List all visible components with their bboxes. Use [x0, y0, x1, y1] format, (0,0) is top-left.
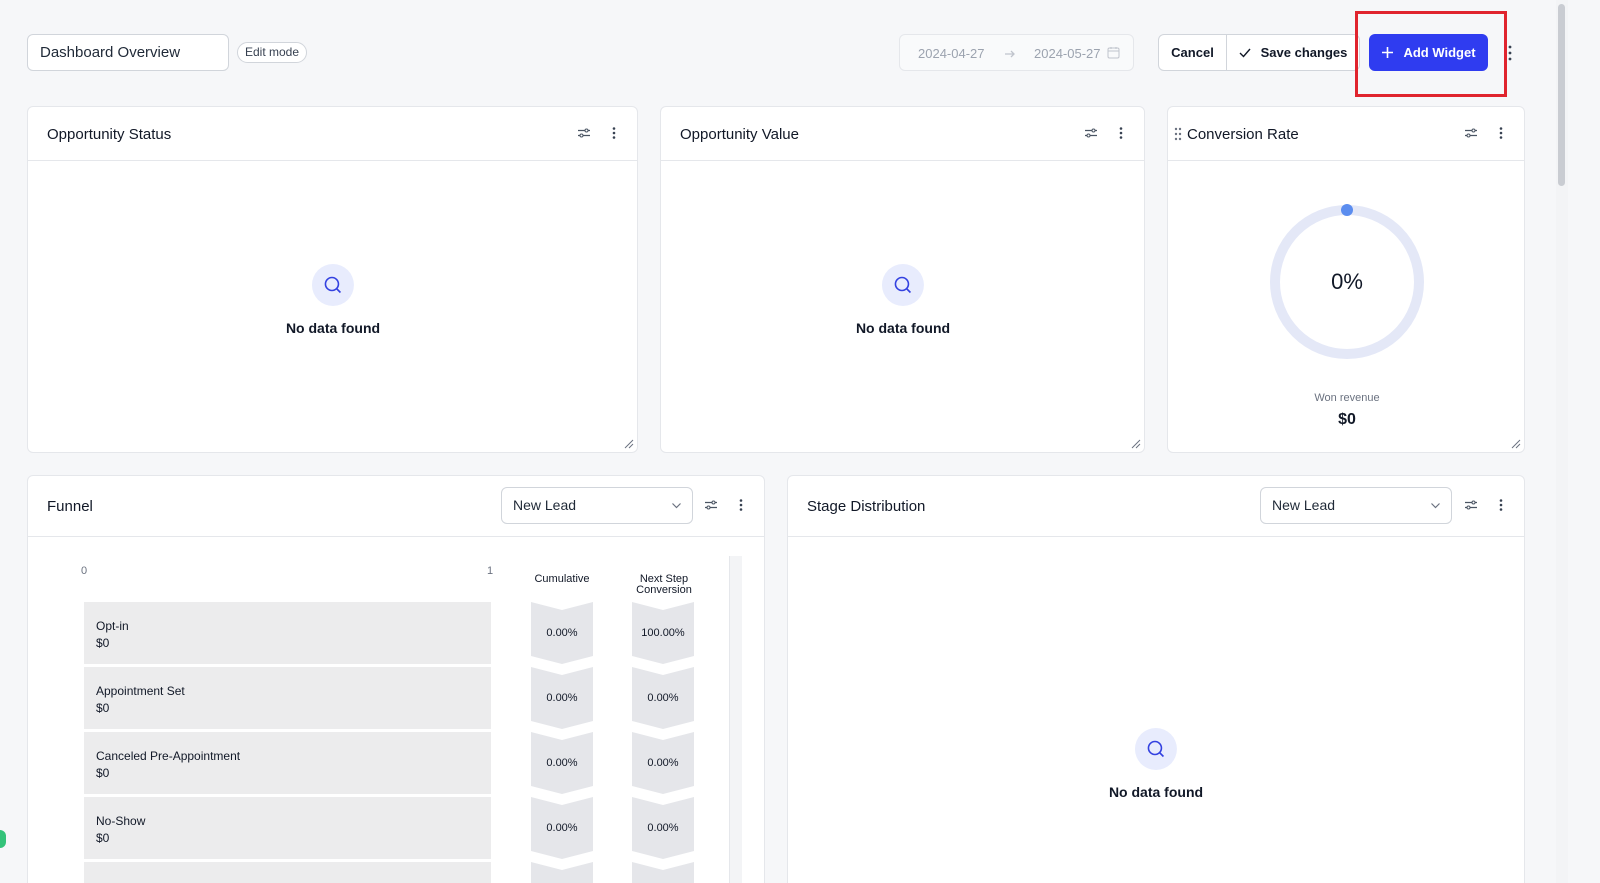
empty-state: No data found	[286, 264, 380, 336]
resize-handle-icon[interactable]	[622, 437, 634, 449]
funnel-stage-row: Canceled Pre-Appointment $0	[84, 732, 491, 794]
cumulative-cell-partial	[531, 862, 593, 883]
save-changes-label: Save changes	[1260, 45, 1348, 60]
next-step-cell: 0.00%	[632, 667, 694, 729]
cumulative-cell: 0.00%	[531, 797, 593, 859]
search-icon	[1147, 740, 1165, 758]
widget-header: Opportunity Value	[661, 107, 1144, 161]
widget-menu-icon[interactable]	[734, 498, 748, 512]
stage-value: $0	[96, 766, 110, 780]
cumulative-header: Cumulative	[534, 573, 590, 585]
stage-value: $0	[96, 636, 110, 650]
cumulative-cell: 0.00%	[531, 602, 593, 664]
stage-name: Appointment Set	[96, 684, 185, 698]
funnel-stage-select[interactable]: New Lead	[501, 487, 693, 524]
stage-distribution-select[interactable]: New Lead	[1260, 487, 1452, 524]
stage-value: $0	[96, 701, 110, 715]
stage-name: Canceled Pre-Appointment	[96, 749, 241, 763]
date-start: 2024-04-27	[918, 46, 985, 61]
widget-header: Funnel New Lead	[28, 476, 764, 537]
next-step-cell: 0.00%	[632, 797, 694, 859]
widget-title: Opportunity Status	[47, 126, 172, 143]
filter-settings-icon[interactable]	[1084, 126, 1098, 140]
cumulative-cell: 0.00%	[531, 667, 593, 729]
next-step-header: Next Step Conversion	[628, 574, 700, 596]
empty-state-text: No data found	[855, 320, 951, 336]
next-step-cell: 100.00%	[632, 602, 694, 664]
filter-settings-icon[interactable]	[1464, 126, 1478, 140]
highlight-box	[1355, 11, 1507, 97]
widget-title: Conversion Rate	[1187, 126, 1299, 143]
edit-actions-group: Cancel Save changes	[1158, 34, 1360, 71]
widget-header: Opportunity Status	[28, 107, 637, 161]
funnel-stage-row: Opt-in $0	[84, 602, 491, 664]
filter-settings-icon[interactable]	[577, 126, 591, 140]
next-step-cell: 0.00%	[632, 732, 694, 794]
more-options-icon[interactable]	[1503, 42, 1517, 64]
chevron-down-icon	[672, 503, 681, 509]
search-icon	[324, 276, 342, 294]
filter-settings-icon[interactable]	[1464, 498, 1478, 512]
empty-state: No data found	[1109, 728, 1203, 800]
widget-menu-icon[interactable]	[1494, 126, 1508, 140]
cumulative-cell: 0.00%	[531, 732, 593, 794]
empty-state-text: No data found	[1108, 784, 1204, 800]
filter-settings-icon[interactable]	[704, 498, 718, 512]
page-scrollbar-track[interactable]	[1556, 0, 1568, 883]
widget-header: Conversion Rate	[1168, 107, 1524, 161]
funnel-stage-row: No-Show $0	[84, 797, 491, 859]
axis-max-label: 1	[487, 565, 494, 577]
widget-menu-icon[interactable]	[1114, 126, 1128, 140]
resize-handle-icon[interactable]	[1509, 437, 1521, 449]
won-revenue-value: $0	[1338, 411, 1356, 428]
next-step-cell-partial	[632, 862, 694, 883]
stage-distribution-widget: Stage Distribution New Lead No data foun…	[787, 475, 1525, 883]
chevron-down-icon	[1431, 503, 1440, 509]
resize-handle-icon[interactable]	[1129, 437, 1141, 449]
widget-menu-icon[interactable]	[1494, 498, 1508, 512]
opportunity-value-widget: Opportunity Value No data found	[660, 106, 1145, 453]
dashboard-name-input[interactable]: Dashboard Overview	[27, 34, 229, 71]
widget-menu-icon[interactable]	[607, 126, 621, 140]
funnel-stage-row-partial	[84, 862, 491, 883]
check-icon	[1239, 48, 1251, 58]
status-dot	[0, 830, 6, 848]
select-value: New Lead	[1272, 497, 1336, 513]
date-range-picker[interactable]: 2024-04-27 2024-05-27	[899, 34, 1134, 71]
empty-state: No data found	[856, 264, 950, 336]
page-scrollbar-thumb[interactable]	[1558, 4, 1565, 186]
stage-name: Opt-in	[96, 619, 129, 633]
won-revenue-label: Won revenue	[1314, 392, 1380, 404]
funnel-widget: Funnel New Lead 0 1 Cumulative Next Step…	[27, 475, 765, 883]
conversion-rate-widget: Conversion Rate 0% Won revenue $0	[1167, 106, 1525, 453]
save-changes-button[interactable]: Save changes	[1227, 35, 1359, 70]
next-step-header-line2: Conversion	[636, 584, 692, 596]
widget-header: Stage Distribution New Lead	[788, 476, 1524, 537]
select-value: New Lead	[513, 497, 577, 513]
widget-title: Funnel	[47, 498, 93, 515]
empty-state-text: No data found	[285, 320, 381, 336]
date-end: 2024-05-27	[1034, 46, 1101, 61]
drag-handle-icon[interactable]	[1174, 127, 1182, 141]
arrow-right-icon	[1005, 50, 1015, 58]
widget-title: Opportunity Value	[680, 126, 799, 143]
cancel-button[interactable]: Cancel	[1159, 35, 1227, 70]
edit-mode-badge: Edit mode	[237, 42, 308, 63]
axis-min-label: 0	[81, 565, 88, 577]
conversion-rate-value: 0%	[1331, 269, 1363, 294]
stage-name: No-Show	[96, 814, 146, 828]
calendar-icon	[1107, 47, 1120, 59]
widget-title: Stage Distribution	[807, 498, 926, 515]
opportunity-status-widget: Opportunity Status No data found	[27, 106, 638, 453]
funnel-stage-row: Appointment Set $0	[84, 667, 491, 729]
search-icon	[894, 276, 912, 294]
stage-value: $0	[96, 831, 110, 845]
funnel-scrollbar[interactable]	[729, 556, 742, 883]
